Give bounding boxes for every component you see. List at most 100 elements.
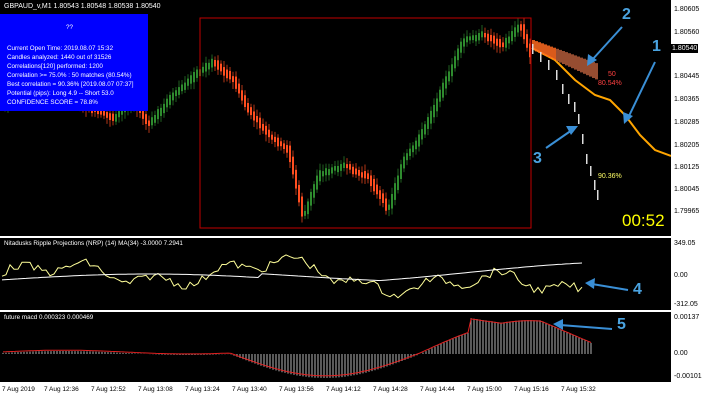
macd-canvas [2,318,613,378]
time-tick: 7 Aug 14:44 [420,386,455,393]
projection-cloud-bar [544,44,547,56]
candle [208,62,210,70]
candle [106,111,108,118]
best-match-candle [582,134,584,144]
candle [265,125,267,135]
candle [211,58,213,68]
candle [433,104,435,118]
candle [460,41,462,53]
candle [400,164,402,179]
candle [286,145,288,153]
ripple-line [1,254,583,299]
ripple-indicator-pane[interactable]: Nitadusks Ripple Projections (NRP) (14) … [0,238,671,310]
candle [268,129,270,138]
ripple-ma-line [1,262,583,282]
candle [154,114,156,123]
candle [337,165,339,173]
candle [193,72,195,83]
candle [505,37,507,48]
time-tick: 7 Aug 13:08 [138,386,173,393]
candle [481,31,483,38]
analysis-info-panel: ?? Current Open Time: 2019.08.07 15:32 C… [0,14,148,111]
candle [436,98,438,112]
callout-arrow-4 [591,283,629,291]
candle [307,201,309,215]
candle [304,210,306,216]
projection-label-best: 90.36% [598,173,622,180]
info-line: Candles analyzed: 1440 out of 31526 [7,54,112,61]
macd-tick: 0.00137 [674,314,700,321]
candle [319,170,321,182]
candle [370,175,372,187]
candle [394,183,396,200]
projection-cloud-bar [592,62,595,78]
time-tick: 7 Aug 13:24 [185,386,220,393]
best-match-candle [548,60,550,70]
candle [472,35,474,41]
price-axis: 1.80605 1.80560 1.80540 1.80445 1.80365 … [671,0,705,236]
countdown-timer: 00:52 [622,211,665,230]
candle [484,32,486,38]
candle [253,111,255,121]
candle [466,36,468,43]
candle [490,34,492,42]
callout-number-4: 4 [633,281,642,298]
macd-label: future macd 0.000323 0.000469 [4,314,94,321]
candle [271,134,273,140]
price-tick: 1.80605 [674,6,700,13]
time-axis: 7 Aug 2019 7 Aug 12:36 7 Aug 12:52 7 Aug… [0,382,705,404]
candle [310,191,312,206]
ripple-tick: 0.00 [674,272,688,279]
candle [499,38,501,48]
price-tick: 1.80365 [674,96,700,103]
candle [388,204,390,210]
candle [214,59,216,67]
candle [382,193,384,204]
candle [172,92,174,101]
candle [292,156,294,175]
info-line: Potential (pips): Long 4.9 -- Short 53.0 [7,90,114,97]
projection-cloud-bar [535,41,538,52]
candle [328,169,330,176]
candle [325,168,327,176]
projection-cloud-bar [538,42,541,53]
candle [157,109,159,120]
callout-arrow-3 [545,129,573,149]
candle [361,172,363,178]
info-line: CONFIDENCE SCORE = 78.8% [7,99,98,106]
best-match-candle [556,70,558,80]
projection-cloud-bar [559,49,562,63]
candle [178,87,180,95]
price-tick: 1.80125 [674,164,700,171]
best-match-candle [532,44,534,54]
candle [355,168,357,175]
candle [439,89,441,102]
candle [430,110,432,124]
callout-arrow-5 [559,324,613,330]
candle [385,198,387,211]
candle [274,136,276,143]
best-match-candle [568,94,570,104]
candle [442,82,444,98]
candle [244,95,246,107]
candle [445,76,447,89]
candle [478,33,480,41]
candle [424,124,426,135]
best-match-candle [574,102,576,112]
price-tick: 1.80045 [674,186,700,193]
candle [151,117,153,126]
macd-histogram [2,318,592,378]
macd-indicator-pane[interactable]: future macd 0.000323 0.000469 5 [0,312,671,382]
candle [454,56,456,69]
candle [118,111,120,118]
info-line: Correlations[120] performed: 1200 [7,63,103,70]
best-match-candle [586,154,588,164]
candle [463,38,465,47]
candle [469,36,471,41]
time-tick: 7 Aug 15:32 [561,386,596,393]
candle [517,24,519,33]
candle [313,184,315,198]
candle [235,76,237,89]
best-match-candle [594,180,596,190]
candle [502,42,504,48]
